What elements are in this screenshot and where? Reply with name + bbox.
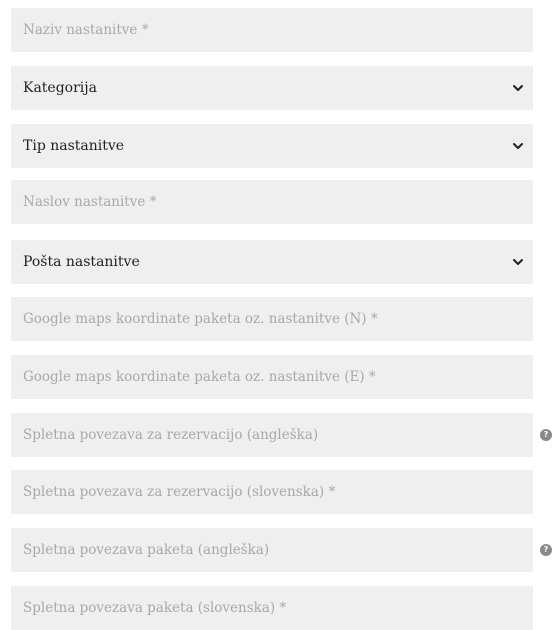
postal-code-select[interactable]: Pošta nastanitve [11,240,533,284]
chevron-down-icon [513,143,523,149]
package-link-slovenian-placeholder: Spletna povezava paketa (slovenska) * [23,600,287,616]
package-link-english-field[interactable]: Spletna povezava paketa (angleška) [11,528,533,572]
question-icon[interactable]: ? [540,544,552,556]
booking-link-english-placeholder: Spletna povezava za rezervacijo (anglešk… [23,427,319,443]
accommodation-name-placeholder: Naziv nastanitve * [23,22,149,38]
booking-link-slovenian-field[interactable]: Spletna povezava za rezervacijo (slovens… [11,470,533,514]
coordinates-north-field[interactable]: Google maps koordinate paketa oz. nastan… [11,297,533,341]
category-select-value: Kategorija [23,80,97,96]
accommodation-address-field[interactable]: Naslov nastanitve * [11,180,533,224]
coordinates-east-placeholder: Google maps koordinate paketa oz. nastan… [23,369,376,385]
booking-link-english-field[interactable]: Spletna povezava za rezervacijo (anglešk… [11,413,533,457]
postal-code-select-value: Pošta nastanitve [23,254,140,270]
accommodation-address-placeholder: Naslov nastanitve * [23,194,157,210]
accommodation-type-select-value: Tip nastanitve [23,138,125,154]
booking-link-slovenian-placeholder: Spletna povezava za rezervacijo (slovens… [23,484,336,500]
package-link-english-placeholder: Spletna povezava paketa (angleška) [23,542,270,558]
chevron-down-icon [513,259,523,265]
accommodation-name-field[interactable]: Naziv nastanitve * [11,8,533,52]
coordinates-east-field[interactable]: Google maps koordinate paketa oz. nastan… [11,355,533,399]
chevron-down-icon [513,85,523,91]
package-link-slovenian-field[interactable]: Spletna povezava paketa (slovenska) * [11,586,533,630]
accommodation-type-select[interactable]: Tip nastanitve [11,124,533,168]
question-icon[interactable]: ? [540,429,552,441]
coordinates-north-placeholder: Google maps koordinate paketa oz. nastan… [23,311,378,327]
category-select[interactable]: Kategorija [11,66,533,110]
